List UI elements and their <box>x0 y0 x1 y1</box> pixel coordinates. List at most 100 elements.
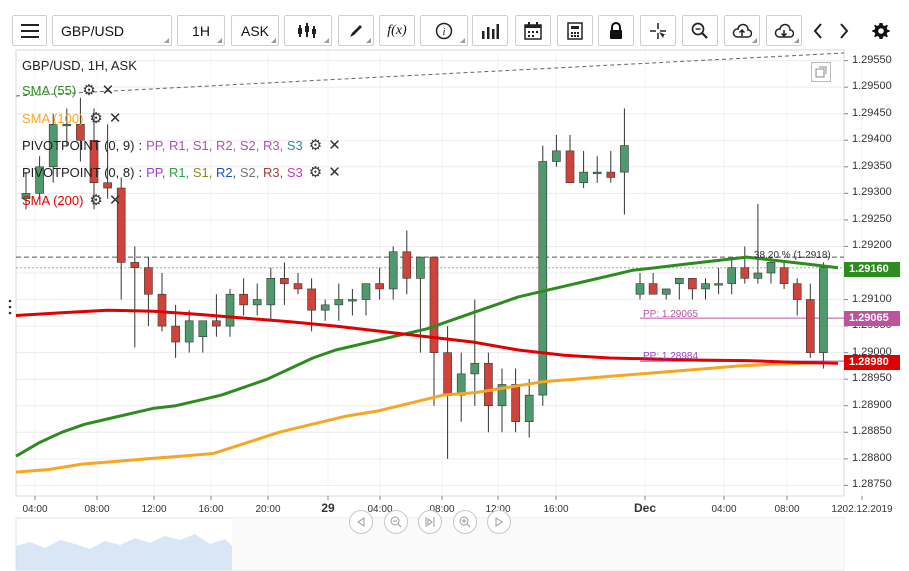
panel-resize-handle[interactable] <box>8 298 12 316</box>
nav-forward-button[interactable] <box>487 510 511 534</box>
legend-sma100[interactable]: SMA (100) ⚙ ✕ <box>22 109 121 127</box>
candle-body[interactable] <box>819 267 828 353</box>
candle-body[interactable] <box>635 283 645 295</box>
gear-icon[interactable]: ⚙ <box>309 163 322 181</box>
timeframe-selector[interactable]: 1H <box>177 15 225 46</box>
gear-icon[interactable]: ⚙ <box>82 81 95 99</box>
close-icon[interactable]: ✕ <box>328 163 341 181</box>
candle-body[interactable] <box>565 150 575 184</box>
candle-body[interactable] <box>792 283 802 300</box>
candle-body[interactable] <box>766 262 776 274</box>
candle-body[interactable] <box>753 272 763 279</box>
candle-body[interactable] <box>320 304 330 311</box>
candle-body[interactable] <box>184 320 194 343</box>
candle-body[interactable] <box>334 299 344 306</box>
cloud-download-button[interactable] <box>766 15 802 46</box>
chart-canvas[interactable]: 38.20 % (1.2918) PP: 1.29065 PP: 1.28984… <box>0 46 909 571</box>
scroll-left-button[interactable] <box>806 15 830 46</box>
candle-body[interactable] <box>198 320 208 338</box>
candle-body[interactable] <box>620 145 629 173</box>
candle-body[interactable] <box>805 299 815 353</box>
gear-icon[interactable]: ⚙ <box>89 191 102 209</box>
candle-body[interactable] <box>416 256 425 279</box>
legend-sma55[interactable]: SMA (55) ⚙ ✕ <box>22 81 114 99</box>
close-icon[interactable]: ✕ <box>102 81 115 99</box>
candle-body[interactable] <box>592 171 602 174</box>
candle-body[interactable] <box>252 299 262 306</box>
candle-body[interactable] <box>661 288 671 295</box>
menu-button[interactable] <box>12 15 47 46</box>
nav-reset-button[interactable] <box>418 510 442 534</box>
scroll-right-button[interactable] <box>832 15 856 46</box>
candle-body[interactable] <box>443 352 452 396</box>
candle-body[interactable] <box>293 283 303 290</box>
candle-body[interactable] <box>402 251 412 279</box>
candle-body[interactable] <box>171 325 180 343</box>
candle-body[interactable] <box>130 262 140 268</box>
sma100-label: SMA (100) <box>22 110 84 126</box>
candle-body[interactable] <box>212 320 221 327</box>
candle-body[interactable] <box>606 171 616 178</box>
zoom-out-icon <box>390 516 402 528</box>
gear-icon[interactable]: ⚙ <box>309 136 322 154</box>
candle-body[interactable] <box>307 288 316 311</box>
candle-body[interactable] <box>740 267 750 279</box>
zoom-button[interactable] <box>682 15 718 46</box>
legend-sma200[interactable]: SMA (200) ⚙ ✕ <box>22 191 121 209</box>
legend-pivot1[interactable]: PIVOTPOINT (0, 9) : PP, R1, S1, R2, S2, … <box>22 136 341 154</box>
candle-body[interactable] <box>524 394 534 422</box>
calculator-button[interactable] <box>557 15 593 46</box>
crosshair-button[interactable] <box>640 15 676 46</box>
legend-pivot2[interactable]: PIVOTPOINT (0, 8) : PP, R1, S1, R2, S2, … <box>22 163 341 181</box>
candlestick-icon <box>298 22 316 38</box>
close-icon[interactable]: ✕ <box>109 109 122 127</box>
pivot-price-box: 1.29065 <box>844 311 900 326</box>
candle-body[interactable] <box>239 293 248 306</box>
fullscreen-button[interactable] <box>811 62 831 82</box>
settings-button[interactable] <box>869 15 893 46</box>
candle-body[interactable] <box>375 283 384 290</box>
candle-body[interactable] <box>388 251 398 290</box>
nav-back-button[interactable] <box>349 510 373 534</box>
candle-body[interactable] <box>714 283 723 286</box>
chart-type-button[interactable] <box>284 15 332 46</box>
calendar-button[interactable] <box>515 15 551 46</box>
candle-body[interactable] <box>280 278 289 284</box>
candle-body[interactable] <box>727 267 737 284</box>
candle-body[interactable] <box>538 161 548 396</box>
bar-chart-button[interactable] <box>472 15 508 46</box>
candle-body[interactable] <box>701 283 710 290</box>
candle-body[interactable] <box>456 373 466 396</box>
close-icon[interactable]: ✕ <box>109 191 122 209</box>
candle-body[interactable] <box>470 362 480 375</box>
info-button[interactable]: i <box>420 15 468 46</box>
candle-body[interactable] <box>225 293 235 327</box>
cloud-upload-button[interactable] <box>724 15 760 46</box>
candle-body[interactable] <box>511 384 520 422</box>
candle-body[interactable] <box>779 267 789 284</box>
navigator-window[interactable] <box>232 518 844 570</box>
price-type-selector[interactable]: ASK <box>231 15 279 46</box>
candle-body[interactable] <box>579 171 588 184</box>
y-tick-label: 1.29200 <box>852 239 892 252</box>
nav-zoom-out-button[interactable] <box>384 510 408 534</box>
draw-tool-button[interactable] <box>338 15 374 46</box>
pivot1-s2: S2, <box>239 137 260 153</box>
symbol-selector[interactable]: GBP/USD <box>52 15 172 46</box>
gear-icon[interactable]: ⚙ <box>89 109 102 127</box>
candle-body[interactable] <box>144 267 153 295</box>
candle-body[interactable] <box>674 278 684 284</box>
candle-body[interactable] <box>688 278 697 290</box>
candle-body[interactable] <box>103 182 112 189</box>
indicators-button[interactable]: f(x) <box>379 15 415 46</box>
candle-body[interactable] <box>348 299 357 302</box>
candle-body[interactable] <box>648 283 658 295</box>
candle-body[interactable] <box>484 362 493 407</box>
candle-body[interactable] <box>361 283 371 300</box>
nav-zoom-in-button[interactable] <box>453 510 477 534</box>
candle-body[interactable] <box>266 278 276 306</box>
close-icon[interactable]: ✕ <box>328 136 341 154</box>
candle-body[interactable] <box>552 150 561 162</box>
lock-button[interactable] <box>598 15 634 46</box>
price-chart[interactable]: 38.20 % (1.2918) PP: 1.29065 PP: 1.28984… <box>0 46 909 571</box>
